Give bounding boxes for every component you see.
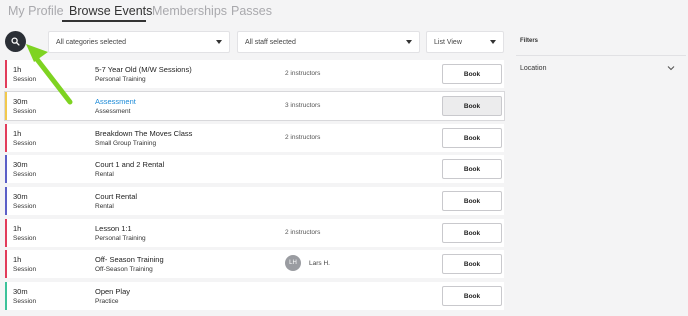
filters-divider	[516, 55, 686, 56]
search-icon	[11, 37, 20, 46]
chevron-down-icon	[490, 40, 496, 44]
event-row[interactable]: 30m Session Court Rental Rental Book	[5, 187, 504, 215]
category-select-value: All categories selected	[56, 38, 127, 46]
event-duration: 30m	[13, 192, 28, 201]
tab-memberships[interactable]: Memberships	[152, 4, 227, 18]
event-category: Rental	[95, 171, 114, 178]
event-row[interactable]: 1h Session 5-7 Year Old (M/W Sessions) Pers…	[5, 60, 504, 88]
event-type: Session	[13, 203, 37, 210]
book-button[interactable]: Book	[442, 64, 502, 84]
event-title: Lesson 1:1	[95, 224, 132, 233]
book-button[interactable]: Book	[442, 254, 502, 274]
event-duration: 1h	[13, 65, 22, 74]
event-type: Session	[13, 266, 37, 273]
event-type: Session	[13, 140, 37, 147]
event-instructors: 2 instructors	[285, 70, 321, 77]
event-type: Session	[13, 298, 37, 305]
tab-passes[interactable]: Passes	[231, 4, 272, 18]
event-row[interactable]: 30m Session Court 1 and 2 Rental Rental Book	[5, 155, 504, 183]
event-title: Open Play	[95, 287, 131, 296]
event-category: Assessment	[95, 108, 131, 115]
event-row[interactable]: 1h Session Off- Season Training Off-Season …	[5, 250, 504, 278]
staff-select-value: All staff selected	[245, 38, 296, 46]
book-button[interactable]: Book	[442, 223, 502, 243]
event-title: Court Rental	[95, 192, 138, 201]
event-type: Session	[13, 108, 37, 115]
event-category: Practice	[95, 298, 119, 305]
staff-select[interactable]: All staff selected	[237, 31, 420, 53]
location-filter[interactable]: Location	[520, 65, 546, 72]
event-instructors: 2 instructors	[285, 134, 321, 141]
event-type: Session	[13, 76, 37, 83]
event-staff-name: Lars H.	[309, 260, 330, 267]
book-button[interactable]: Book	[442, 96, 502, 116]
book-button[interactable]: Book	[442, 191, 502, 211]
view-select-value: List View	[434, 38, 462, 46]
book-button[interactable]: Book	[442, 286, 502, 306]
event-type: Session	[13, 235, 37, 242]
event-category: Rental	[95, 203, 114, 210]
event-title: Off- Season Training	[95, 255, 164, 264]
event-title: Breakdown The Moves Class	[95, 129, 193, 138]
event-title: 5-7 Year Old (M/W Sessions)	[95, 65, 192, 74]
event-duration: 30m	[13, 287, 28, 296]
event-title[interactable]: Assessment	[95, 97, 136, 106]
event-category: Off-Season Training	[95, 266, 153, 273]
book-button[interactable]: Book	[442, 159, 502, 179]
event-row[interactable]: 1h Session Lesson 1:1 Personal Training 2 in…	[5, 219, 504, 247]
event-category: Personal Training	[95, 76, 146, 83]
event-row[interactable]: 1h Session Breakdown The Moves Class Small …	[5, 124, 504, 152]
chevron-down-icon	[216, 40, 222, 44]
top-nav: My Profile Browse Events Memberships Pas…	[0, 0, 688, 24]
event-duration: 1h	[13, 255, 22, 264]
avatar: LH	[285, 255, 301, 271]
filters-title: Filters	[520, 38, 539, 44]
event-duration: 30m	[13, 160, 28, 169]
tab-my-profile[interactable]: My Profile	[8, 4, 64, 18]
active-tab-indicator	[62, 20, 146, 22]
event-instructors: 3 instructors	[285, 102, 321, 109]
event-title: Court 1 and 2 Rental	[95, 160, 165, 169]
chevron-down-icon	[406, 40, 412, 44]
event-duration: 1h	[13, 224, 22, 233]
event-instructors: 2 instructors	[285, 229, 321, 236]
event-type: Session	[13, 171, 37, 178]
event-category: Personal Training	[95, 235, 146, 242]
event-category: Small Group Training	[95, 140, 157, 147]
event-duration: 30m	[13, 97, 28, 106]
chevron-down-icon[interactable]	[667, 64, 675, 72]
search-button[interactable]	[5, 31, 26, 52]
category-select[interactable]: All categories selected	[48, 31, 230, 53]
tab-browse-events[interactable]: Browse Events	[69, 4, 152, 18]
view-select[interactable]: List View	[426, 31, 504, 53]
event-row[interactable]: 30m Session Assessment Assessment 3 instruct…	[5, 92, 504, 120]
event-row[interactable]: 30m Session Open Play Practice Book	[5, 282, 504, 310]
event-duration: 1h	[13, 129, 22, 138]
book-button[interactable]: Book	[442, 128, 502, 148]
